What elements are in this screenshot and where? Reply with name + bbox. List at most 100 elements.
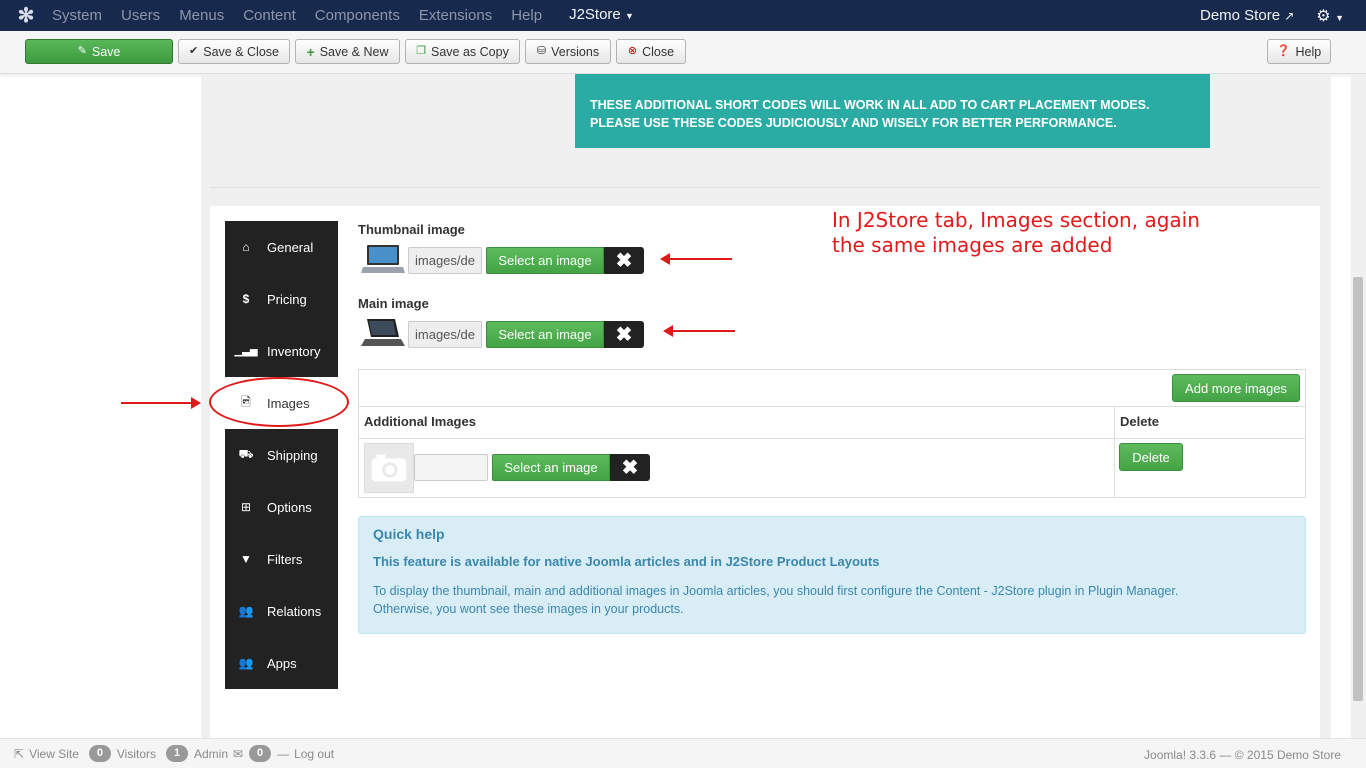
help-label: Help [1295,44,1322,59]
caret-down-icon: ▼ [1335,12,1344,23]
annotation-line-2: the same images are added [832,233,1113,257]
add-more-images-button[interactable]: Add more images [1172,374,1300,402]
shortcode-alert: THESE ADDITIONAL SHORT CODES WILL WORK I… [575,74,1210,148]
menu-users[interactable]: Users [121,0,160,31]
product-tabs: ⌂ General $ Pricing ▁▃▅ Inventory 🖻 Images ⛟… [225,221,338,689]
additional-image-path-input[interactable] [414,454,488,481]
top-navbar: ✻ System Users Menus Content Components … [0,0,1366,31]
scrollbar-thumb[interactable] [1353,277,1363,701]
col-delete: Delete [1120,414,1160,429]
quick-help-box: Quick help This feature is available for… [358,516,1306,634]
tab-pricing[interactable]: $ Pricing [225,273,338,325]
tab-apps[interactable]: 👥 Apps [225,637,338,689]
plus-icon: + [306,43,315,60]
demo-store-link[interactable]: Demo Store ↗ [1200,7,1294,24]
alert-line-1: THESE ADDITIONAL SHORT CODES WILL WORK I… [590,98,1150,112]
laptop-thumbnail-image [361,245,405,273]
thumbnail-clear-button[interactable]: ✖ [604,247,644,274]
save-close-button[interactable]: ✔ Save & Close [178,39,290,64]
minus-icon: — [277,746,290,761]
divider [210,187,1320,188]
close-button[interactable]: ⊗ Close [616,39,686,64]
column-divider [1114,406,1115,497]
tab-filters[interactable]: ▼ Filters [225,533,338,585]
camera-placeholder-icon [364,443,414,493]
view-site-link[interactable]: View Site [29,747,79,761]
annotation-arrow-left [663,325,735,337]
check-icon: ✔ [189,45,199,57]
menu-extensions[interactable]: Extensions [419,0,492,31]
save-copy-button[interactable]: ❐ Save as Copy [405,39,520,64]
additional-image-select-button[interactable]: Select an image [492,454,610,481]
save-label: Save [91,44,121,59]
versions-button[interactable]: ⛁ Versions [525,39,611,64]
help-button[interactable]: ❓ Help [1267,39,1331,64]
tab-options[interactable]: ⊞ Options [225,481,338,533]
tab-label: Pricing [267,291,307,307]
thumbnail-label: Thumbnail image [358,222,465,237]
annotation-text: In J2Store tab, Images section, again th… [832,208,1200,258]
save-new-label: Save & New [319,44,389,59]
menu-system[interactable]: System [52,0,102,31]
tab-label: Shipping [267,447,318,463]
admin-count-badge: 1 [166,745,188,762]
save-button[interactable]: ✎ Save [25,39,173,64]
close-label: Close [642,44,675,59]
thumbnail-path-input[interactable]: images/de [408,247,482,274]
menu-j2store-label: J2Store [569,6,621,23]
messages-count-badge[interactable]: 0 [249,745,272,762]
thumbnail-select-button[interactable]: Select an image [486,247,604,274]
joomla-logo-icon[interactable]: ✻ [0,0,52,31]
quick-help-strong: This feature is available for native Joo… [373,554,880,569]
menu-components[interactable]: Components [315,0,400,31]
tab-label: Relations [267,603,322,619]
save-new-button[interactable]: + Save & New [295,39,400,64]
external-link-icon: ↗ [1284,9,1295,23]
home-icon: ⌂ [242,240,250,254]
menu-help[interactable]: Help [511,0,542,31]
tab-label: General [267,239,314,255]
main-image-clear-button[interactable]: ✖ [604,321,644,348]
annotation-arrow-left [660,253,732,265]
caret-down-icon: ▼ [624,11,634,21]
tab-label: Inventory [267,343,321,359]
main-image-label: Main image [358,296,429,311]
users-icon: 👥 [238,604,254,618]
versions-label: Versions [551,44,600,59]
col-additional-images: Additional Images [364,414,476,429]
tab-relations[interactable]: 👥 Relations [225,585,338,637]
main-image-select-button[interactable]: Select an image [486,321,604,348]
admin-label: Admin [194,746,229,761]
logout-link[interactable]: Log out [294,747,334,761]
save-copy-label: Save as Copy [431,44,509,59]
alert-line-2: PLEASE USE THESE CODES JUDICIOUSLY AND W… [590,116,1117,130]
user-menu-gear-icon[interactable]: ⚙ ▼ [1316,6,1344,26]
annotation-circle [209,377,349,427]
visitors-count-badge: 0 [88,745,111,762]
version-copyright: Joomla! 3.3.6 — © 2015 Demo Store [1144,748,1341,762]
tab-inventory[interactable]: ▁▃▅ Inventory [225,325,338,377]
save-close-label: Save & Close [203,44,279,59]
tab-general[interactable]: ⌂ General [225,221,338,273]
annotation-line-1: In J2Store tab, Images section, again [832,208,1200,232]
store-label: Demo Store [1200,7,1281,24]
archive-icon: ⛁ [536,45,547,57]
main-image-path-input[interactable]: images/de [408,321,482,348]
question-icon: ❓ [1276,45,1291,57]
table-header: Additional Images Delete [359,406,1305,439]
delete-image-button[interactable]: Delete [1119,443,1183,471]
tab-label: Filters [267,551,303,567]
envelope-icon: ✉ [233,746,244,761]
annotation-arrow-right [121,397,201,409]
edit-icon: ✎ [77,45,87,57]
menu-content[interactable]: Content [243,0,296,31]
menu-j2store[interactable]: J2Store ▼ [569,0,634,32]
sitemap-icon: ⊞ [240,500,252,514]
cancel-icon: ⊗ [627,45,638,57]
menu-menus[interactable]: Menus [179,0,224,31]
signal-icon: ▁▃▅ [234,345,258,357]
tab-shipping[interactable]: ⛟ Shipping [225,429,338,481]
additional-image-clear-button[interactable]: ✖ [610,454,650,481]
copy-icon: ❐ [416,45,427,57]
tab-label: Apps [267,655,297,671]
